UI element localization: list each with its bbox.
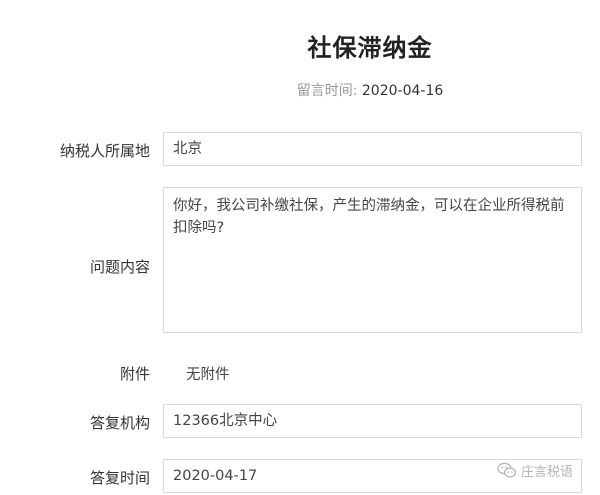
question-content-field[interactable]: 你好，我公司补缴社保，产生的滞纳金，可以在企业所得税前扣除吗?: [163, 187, 582, 333]
attachment-value: 无附件: [186, 367, 230, 383]
message-time-value: 2020-04-16: [361, 83, 444, 99]
wechat-icon: [497, 462, 517, 479]
message-time-label: 留言时间:: [296, 83, 358, 99]
taxpayer-location-field[interactable]: 北京: [163, 132, 582, 166]
page-title: 社保滞纳金: [307, 34, 433, 62]
reply-org-label: 答复机构: [89, 414, 150, 432]
message-time: 留言时间: 2020-04-16: [0, 80, 600, 100]
watermark: 庄言税语: [497, 459, 573, 481]
attachment-label: 附件: [119, 365, 150, 383]
taxpayer-location-label: 纳税人所属地: [59, 142, 150, 160]
reply-org-field[interactable]: 12366北京中心: [163, 404, 582, 438]
watermark-text: 庄言税语: [521, 464, 574, 480]
question-content-label: 问题内容: [89, 258, 150, 276]
reply-time-label: 答复时间: [89, 469, 150, 487]
